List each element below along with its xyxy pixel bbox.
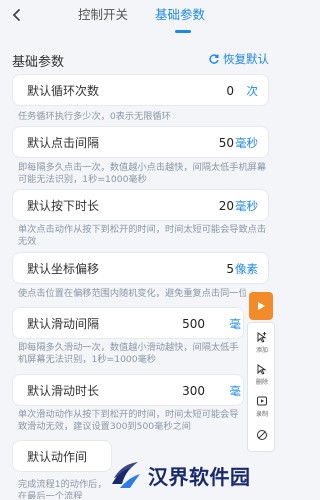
setting-label: 默认动作间: [27, 450, 88, 464]
setting-value-input[interactable]: 5: [226, 253, 234, 285]
setting-unit: 毫秒: [235, 136, 258, 150]
setting-unit: 毫: [229, 384, 242, 398]
setting-label: 默认坐标偏移: [27, 262, 100, 276]
setting-label: 默认滑动时长: [27, 384, 100, 398]
setting-unit: 毫: [229, 317, 242, 331]
setting-unit: 次: [246, 84, 259, 98]
add-button[interactable]: 添加: [248, 331, 276, 354]
active-tab-indicator: [175, 30, 191, 33]
setting-unit: 像素: [235, 262, 258, 276]
setting-label: 默认循环次数: [27, 84, 100, 98]
setting-description: 任务循环执行多少次，0表示无限循环: [18, 111, 171, 122]
add-label: 添加: [255, 347, 268, 354]
chevron-left-icon: [12, 9, 20, 21]
setting-press-duration[interactable]: 默认按下时长 20 毫秒: [12, 189, 269, 221]
setting-description: 即每隔多久滑动一次，数值越小滑动越快，间隔太低手机屏幕无法识别，1秒=1000毫…: [18, 342, 239, 365]
setting-value-input[interactable]: 20: [219, 190, 234, 222]
restore-default-button[interactable]: 恢复默认: [208, 51, 269, 67]
record-label: 录制: [255, 411, 268, 418]
setting-coordinate-offset[interactable]: 默认坐标偏移 5 像素: [12, 252, 269, 284]
watermark-text: 汉界软件园: [148, 464, 251, 489]
record-button[interactable]: 录制: [248, 395, 276, 418]
setting-value-input[interactable]: 50: [219, 127, 234, 159]
setting-swipe-interval[interactable]: 默认滑动间隔 500 毫: [12, 307, 244, 339]
top-bar: 控制开关 基础参数: [0, 0, 281, 38]
delete-label: 删除: [255, 379, 268, 386]
restore-default-label: 恢复默认: [223, 52, 269, 66]
play-icon: [258, 302, 265, 310]
tab-basic-params[interactable]: 基础参数: [155, 4, 205, 26]
back-button[interactable]: [6, 4, 28, 26]
play-button[interactable]: [249, 292, 273, 320]
watermark-logo: [112, 462, 140, 488]
setting-unit: 毫秒: [235, 199, 258, 213]
setting-value-input[interactable]: 300: [182, 375, 205, 407]
delete-button[interactable]: 删除: [248, 363, 276, 386]
setting-click-interval[interactable]: 默认点击间隔 50 毫秒: [12, 126, 269, 158]
setting-loop-count[interactable]: 默认循环次数 0 次: [12, 74, 269, 106]
setting-value-input[interactable]: 500: [182, 308, 205, 340]
setting-description: 即每隔多久点击一次，数值越小点击越快，间隔太低手机屏幕可能无法识别，1秒=100…: [18, 162, 267, 185]
setting-label: 默认滑动间隔: [27, 317, 100, 331]
hide-button[interactable]: [248, 429, 276, 441]
section-title: 基础参数: [12, 55, 65, 70]
watermark: 汉界软件园: [108, 455, 278, 495]
floating-toolbar: 添加 删除 录制: [247, 322, 275, 452]
setting-value-input[interactable]: 0: [226, 75, 234, 107]
setting-description: 完成流程1的动作后，在最后一个流程: [18, 479, 107, 499]
setting-label: 默认按下时长: [27, 199, 100, 213]
record-icon: [257, 396, 267, 406]
tab-control-switch[interactable]: 控制开关: [78, 4, 128, 26]
setting-description: 单次点击动作从按下到松开的时间，时间太短可能会导致点击无效: [18, 224, 267, 247]
hide-icon: [257, 430, 267, 440]
setting-description: 使点击位置在偏移范围内随机变化，避免重复点击同一位: [18, 288, 246, 299]
add-pointer-icon: [257, 332, 267, 343]
setting-swipe-duration[interactable]: 默认滑动时长 300 毫: [12, 374, 244, 406]
refresh-icon: [209, 54, 219, 64]
setting-label: 默认点击间隔: [27, 136, 100, 150]
delete-pointer-icon: [257, 364, 267, 375]
setting-description: 单次滑动动作从按下到松开的时间，时间太短可能会导致滑动无效，建议设置300到50…: [18, 409, 239, 432]
setting-action-interval[interactable]: 默认动作间: [12, 440, 112, 472]
